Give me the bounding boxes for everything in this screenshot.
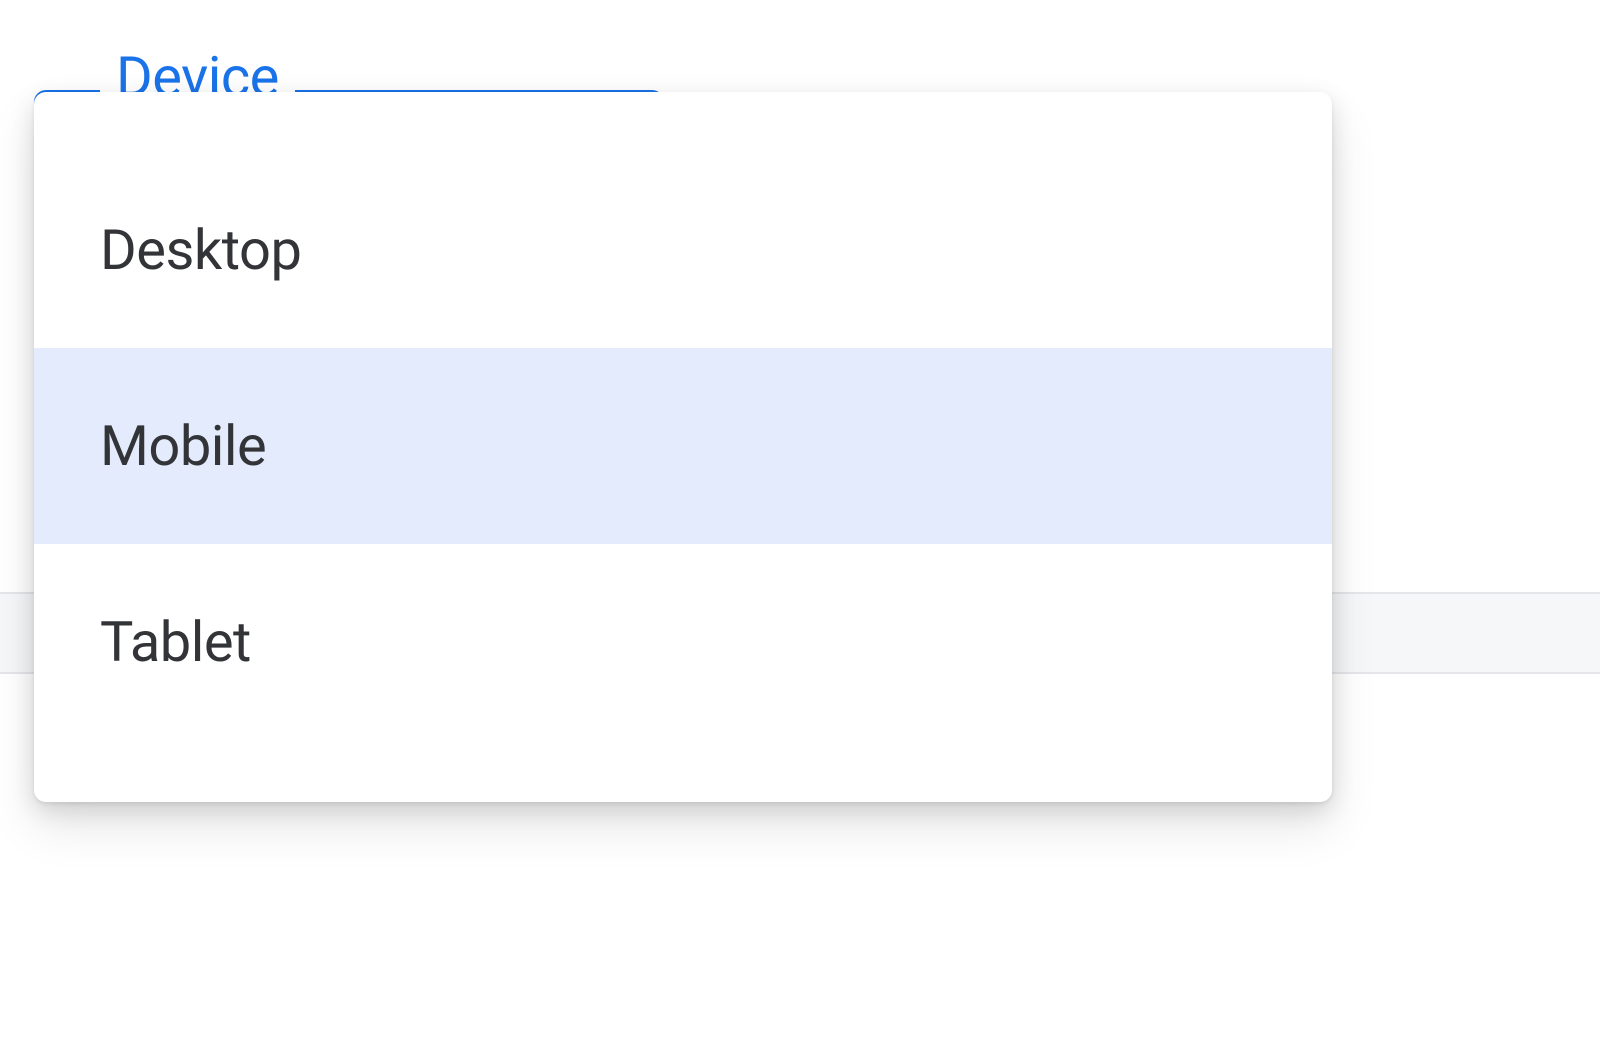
select-option-label: Mobile [100, 413, 266, 479]
select-dropdown-panel: Desktop Mobile Tablet [34, 92, 1332, 802]
select-option-mobile[interactable]: Mobile [34, 348, 1332, 544]
select-option-label: Tablet [100, 609, 251, 675]
select-option-tablet[interactable]: Tablet [34, 544, 1332, 740]
select-option-label: Desktop [100, 217, 301, 283]
select-option-desktop[interactable]: Desktop [34, 152, 1332, 348]
